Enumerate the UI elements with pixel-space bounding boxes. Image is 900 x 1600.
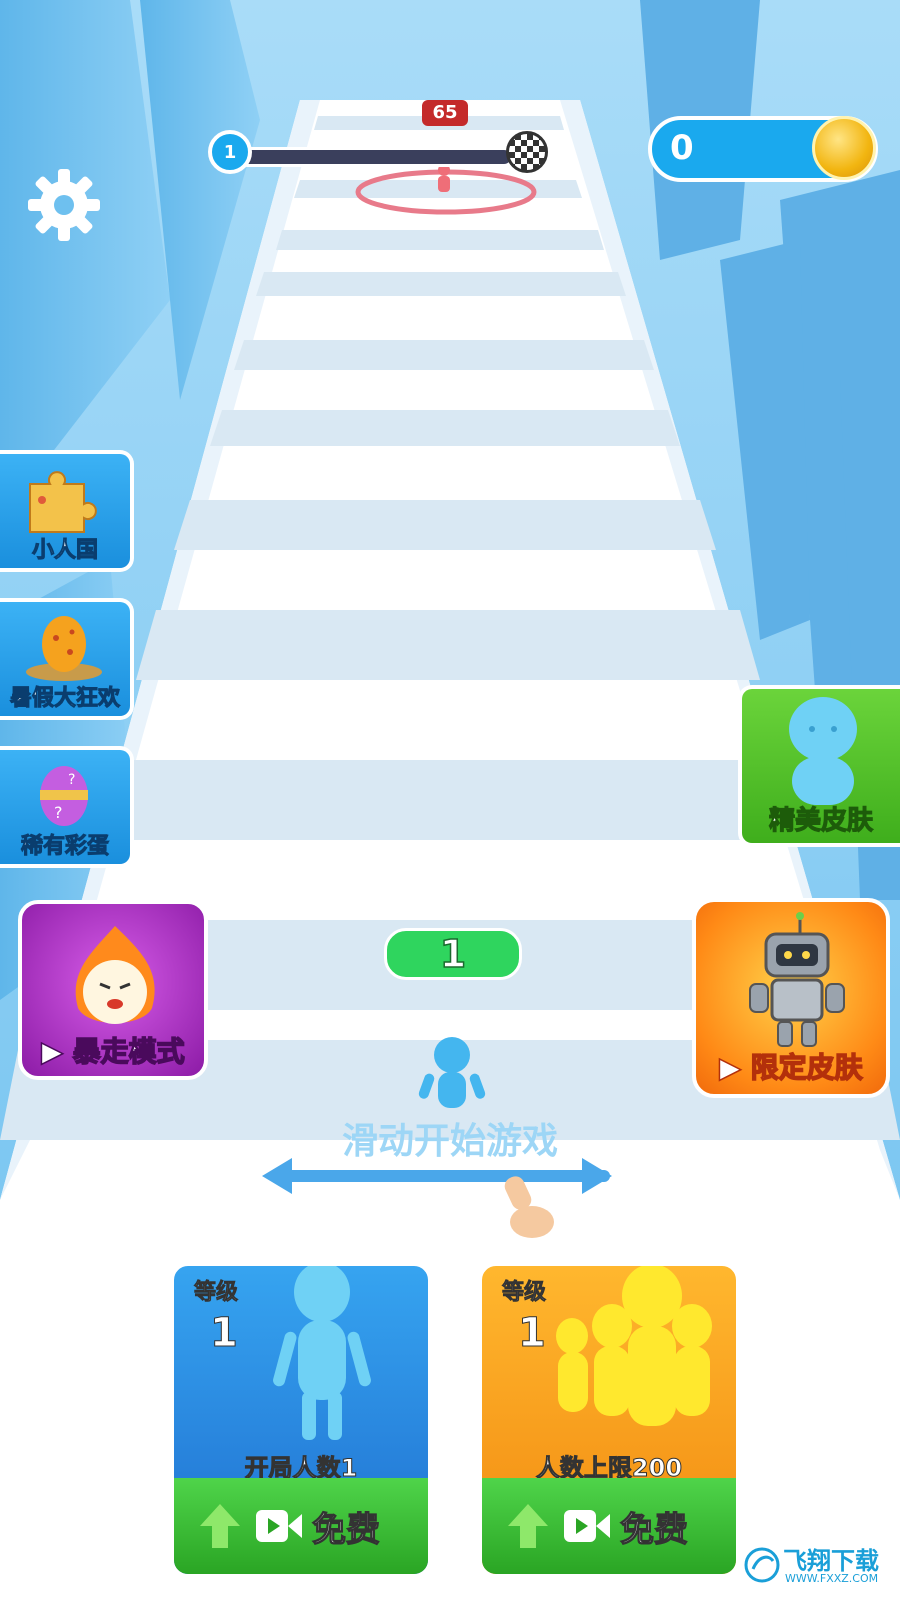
card-level-label: 等级 bbox=[502, 1280, 547, 1306]
level-progress: 1 bbox=[208, 130, 548, 178]
level-progress-bar bbox=[238, 147, 514, 167]
watermark-title: 飞翔下载 bbox=[783, 1547, 879, 1575]
free-upgrade-button[interactable]: 免费 bbox=[174, 1478, 428, 1574]
coin-value: 0 bbox=[670, 128, 694, 168]
svg-text:?: ? bbox=[68, 772, 75, 788]
egg-nest-icon bbox=[26, 616, 102, 681]
svg-text:?: ? bbox=[54, 803, 63, 822]
yellow-crowd-icon bbox=[556, 1266, 712, 1426]
arrow-up-icon bbox=[200, 1504, 240, 1548]
easter-egg-icon: ? ? bbox=[40, 766, 88, 826]
video-icon bbox=[564, 1510, 610, 1542]
limited-skin-label: ▶ 限定皮肤 bbox=[719, 1050, 864, 1085]
blue-figure-icon bbox=[273, 1266, 371, 1440]
swipe-hint-text: 滑动开始游戏 bbox=[341, 1121, 558, 1162]
free-label: 免费 bbox=[619, 1509, 688, 1550]
video-icon bbox=[256, 1510, 302, 1542]
free-label: 免费 bbox=[311, 1509, 380, 1550]
arrow-up-icon bbox=[508, 1504, 548, 1548]
video-icon: ▶ bbox=[719, 1050, 742, 1085]
watermark-logo-icon bbox=[744, 1547, 780, 1583]
current-level-badge: 1 bbox=[208, 130, 252, 174]
gear-icon[interactable] bbox=[24, 165, 104, 245]
flame-character-icon bbox=[75, 926, 155, 1024]
side-menu-label: 稀有彩蛋 bbox=[20, 834, 109, 860]
side-menu-item-tiny-kingdom[interactable]: 小人国 bbox=[0, 450, 134, 572]
watermark-url: WWW.FXXZ.COM bbox=[785, 1572, 879, 1585]
fine-skin-label: 精美皮肤 bbox=[768, 805, 873, 836]
upgrade-card-max-count[interactable]: 等级 1 人数上限200 免费 bbox=[478, 1262, 740, 1578]
finish-flag-icon bbox=[506, 131, 548, 173]
robot-icon bbox=[749, 912, 845, 1047]
skin-character-icon bbox=[789, 697, 857, 805]
free-upgrade-button[interactable]: 免费 bbox=[482, 1478, 736, 1574]
side-menu-label: 暑假大狂欢 bbox=[9, 686, 120, 712]
puzzle-icon bbox=[29, 471, 97, 533]
player-count-bubble: 1 bbox=[384, 928, 522, 980]
video-icon: ▶ bbox=[41, 1034, 64, 1069]
side-menu-label: 小人国 bbox=[31, 538, 98, 564]
side-menu-item-rare-egg[interactable]: ? ? 稀有彩蛋 bbox=[0, 746, 134, 868]
watermark: 飞翔下载 WWW.FXXZ.COM bbox=[737, 1537, 897, 1595]
card-level-label: 等级 bbox=[194, 1280, 239, 1306]
coin-counter: 0 bbox=[648, 116, 878, 182]
card-level-value: 1 bbox=[518, 1310, 547, 1357]
enemy-count-badge: 65 bbox=[422, 100, 468, 126]
card-level-value: 1 bbox=[210, 1310, 239, 1357]
berserk-mode-label: ▶ 暴走模式 bbox=[41, 1034, 186, 1069]
coin-icon bbox=[812, 116, 876, 180]
side-menu-item-summer-carnival[interactable]: 暑假大狂欢 bbox=[0, 598, 134, 720]
fine-skin-button[interactable]: 精美皮肤 bbox=[738, 685, 900, 847]
upgrade-card-start-count[interactable]: 等级 1 开局人数1 免费 bbox=[170, 1262, 432, 1578]
limited-skin-button[interactable]: ▶ 限定皮肤 bbox=[692, 898, 890, 1098]
berserk-mode-button[interactable]: ▶ 暴走模式 bbox=[18, 900, 208, 1080]
